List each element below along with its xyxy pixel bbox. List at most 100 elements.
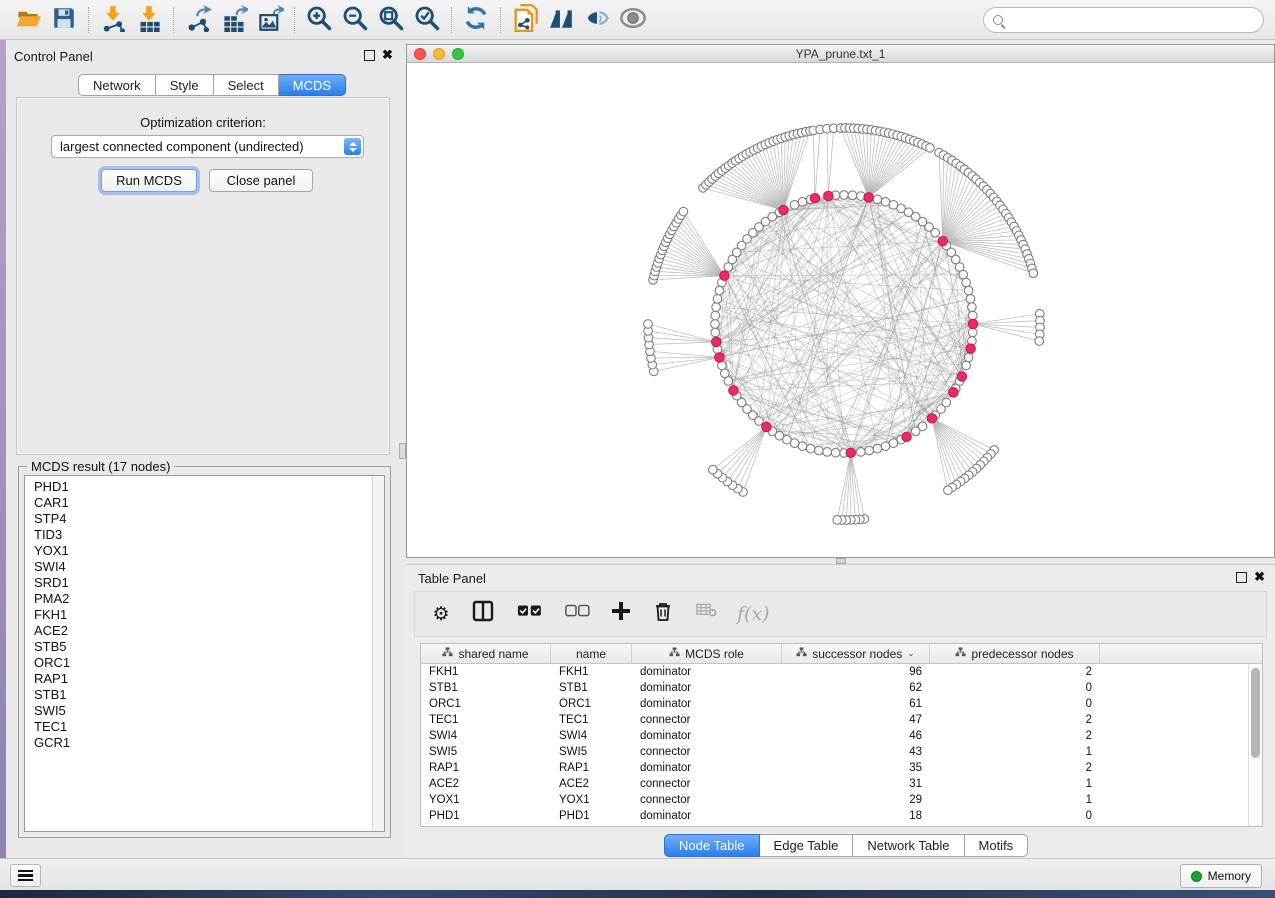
table-tab-motifs[interactable]: Motifs bbox=[965, 834, 1029, 857]
tab-mcds[interactable]: MCDS bbox=[279, 74, 346, 96]
mcds-result-item[interactable]: STB5 bbox=[34, 639, 384, 655]
network-overview-button[interactable] bbox=[543, 4, 579, 36]
mcds-result-item[interactable]: TID3 bbox=[34, 527, 384, 543]
deselect-all-icon bbox=[561, 600, 591, 628]
table-tab-network-table[interactable]: Network Table bbox=[853, 834, 964, 857]
toggle-panel-button[interactable] bbox=[471, 601, 495, 627]
mcds-result-item[interactable]: PHD1 bbox=[34, 479, 384, 495]
export-table-button[interactable] bbox=[216, 4, 252, 36]
node-table-header: shared namenameMCDS rolesuccessor nodes⌄… bbox=[421, 644, 1262, 664]
deselect-all-button[interactable] bbox=[561, 601, 591, 627]
document-network-icon bbox=[511, 4, 539, 35]
table-row[interactable]: SWI5SWI5connector431 bbox=[421, 744, 1248, 760]
show-all-button[interactable] bbox=[615, 4, 651, 36]
table-tab-edge-table[interactable]: Edge Table bbox=[760, 834, 854, 857]
zoom-out-button[interactable] bbox=[337, 4, 373, 36]
sort-desc-icon: ⌄ bbox=[907, 648, 915, 659]
table-cell: 0 bbox=[930, 696, 1100, 712]
mcds-result-item[interactable]: CAR1 bbox=[34, 495, 384, 511]
table-delete-icon bbox=[693, 601, 719, 627]
folder-open-icon bbox=[15, 5, 42, 35]
mcds-result-item[interactable]: SRD1 bbox=[34, 575, 384, 591]
mcds-result-item[interactable]: SWI5 bbox=[34, 703, 384, 719]
zoom-in-button[interactable] bbox=[301, 4, 337, 36]
mcds-result-item[interactable]: YOX1 bbox=[34, 543, 384, 559]
zoom-selected-button[interactable] bbox=[409, 4, 445, 36]
splitter-grip-icon[interactable] bbox=[399, 443, 406, 459]
tab-select[interactable]: Select bbox=[214, 74, 279, 96]
table-float-icon[interactable] bbox=[1236, 572, 1247, 583]
scrollbar-thumb[interactable] bbox=[1251, 668, 1260, 758]
table-row[interactable]: ACE2ACE2connector311 bbox=[421, 776, 1248, 792]
mcds-result-item[interactable]: STP4 bbox=[34, 511, 384, 527]
column-header-name[interactable]: name bbox=[551, 644, 632, 663]
import-network-button[interactable] bbox=[95, 4, 131, 36]
column-header-shared-name[interactable]: shared name bbox=[421, 644, 551, 663]
show-task-history-button[interactable] bbox=[10, 864, 41, 887]
close-panel-button[interactable]: Close panel bbox=[209, 169, 313, 192]
table-cell: 0 bbox=[930, 808, 1100, 824]
table-row[interactable]: ORC1ORC1dominator610 bbox=[421, 696, 1248, 712]
delete-column-button[interactable] bbox=[651, 601, 675, 627]
mcds-result-list[interactable]: PHD1CAR1STP4TID3YOX1SWI4SRD1PMA2FKH1ACE2… bbox=[24, 475, 385, 832]
export-image-button[interactable] bbox=[252, 4, 288, 36]
table-settings-button[interactable]: ⚙ bbox=[429, 601, 453, 627]
mcds-result-item[interactable]: RAP1 bbox=[34, 671, 384, 687]
network-canvas[interactable] bbox=[407, 63, 1274, 557]
table-row[interactable]: PHD1PHD1dominator180 bbox=[421, 808, 1248, 824]
select-all-button[interactable] bbox=[513, 601, 543, 627]
tab-style[interactable]: Style bbox=[156, 74, 214, 96]
network-window-titlebar[interactable]: YPA_prune.txt_1 bbox=[407, 45, 1274, 63]
float-panel-icon[interactable] bbox=[364, 50, 375, 61]
mcds-result-item[interactable]: GCR1 bbox=[34, 735, 384, 751]
mcds-result-item[interactable]: ACE2 bbox=[34, 623, 384, 639]
table-row[interactable]: FKH1FKH1dominator962 bbox=[421, 664, 1248, 680]
export-network-button[interactable] bbox=[180, 4, 216, 36]
table-row[interactable]: SWI4SWI4dominator462 bbox=[421, 728, 1248, 744]
mcds-result-item[interactable]: STB1 bbox=[34, 687, 384, 703]
column-header-predecessor-nodes[interactable]: predecessor nodes bbox=[930, 644, 1100, 663]
mcds-result-item[interactable]: ORC1 bbox=[34, 655, 384, 671]
table-cell: 18 bbox=[782, 808, 930, 824]
export-table-icon bbox=[221, 5, 248, 35]
mcds-result-item[interactable]: FKH1 bbox=[34, 607, 384, 623]
mcds-result-item[interactable]: PMA2 bbox=[34, 591, 384, 607]
memory-button[interactable]: Memory bbox=[1180, 864, 1262, 888]
table-cell: dominator bbox=[632, 696, 782, 712]
close-panel-icon[interactable]: ✖ bbox=[382, 47, 393, 62]
table-cell: 2 bbox=[930, 760, 1100, 776]
table-row[interactable]: RAP1RAP1dominator352 bbox=[421, 760, 1248, 776]
search-input[interactable] bbox=[1008, 12, 1263, 28]
table-cell: connector bbox=[632, 744, 782, 760]
hierarchy-icon bbox=[955, 647, 966, 661]
table-row[interactable]: YOX1YOX1connector291 bbox=[421, 792, 1248, 808]
run-mcds-button[interactable]: Run MCDS bbox=[101, 169, 197, 192]
table-cell: 1 bbox=[930, 744, 1100, 760]
table-scrollbar[interactable] bbox=[1248, 664, 1262, 826]
apply-layout-button[interactable] bbox=[458, 4, 494, 36]
mcds-list-scrollbar[interactable] bbox=[372, 476, 384, 831]
column-header-MCDS-role[interactable]: MCDS role bbox=[632, 644, 782, 663]
mcds-result-item[interactable]: SWI4 bbox=[34, 559, 384, 575]
table-close-icon[interactable]: ✖ bbox=[1254, 569, 1265, 584]
open-file-button[interactable] bbox=[10, 4, 46, 36]
new-network-from-selection-button[interactable] bbox=[507, 4, 543, 36]
criterion-dropdown[interactable]: largest connected component (undirected) bbox=[51, 135, 364, 158]
hide-selected-button[interactable] bbox=[579, 4, 615, 36]
add-column-button[interactable] bbox=[609, 601, 633, 627]
column-header-successor-nodes[interactable]: successor nodes⌄ bbox=[782, 644, 930, 663]
mcds-result-item[interactable]: TEC1 bbox=[34, 719, 384, 735]
import-table-button[interactable] bbox=[131, 4, 167, 36]
search-box[interactable] bbox=[983, 7, 1264, 33]
tab-network[interactable]: Network bbox=[78, 74, 156, 96]
save-session-button[interactable] bbox=[46, 4, 82, 36]
table-row[interactable]: STB1STB1dominator620 bbox=[421, 680, 1248, 696]
table-row[interactable]: TEC1TEC1connector472 bbox=[421, 712, 1248, 728]
hide-eye-icon bbox=[583, 4, 611, 35]
hierarchy-icon bbox=[796, 647, 807, 661]
table-cell: TEC1 bbox=[421, 712, 551, 728]
zoom-fit-button[interactable] bbox=[373, 4, 409, 36]
table-tab-node-table[interactable]: Node Table bbox=[664, 834, 760, 857]
table-cell: 43 bbox=[782, 744, 930, 760]
table-cell: SWI5 bbox=[551, 744, 632, 760]
